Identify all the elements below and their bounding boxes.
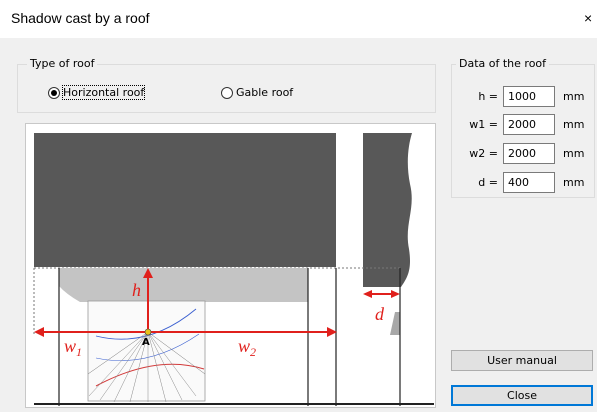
h-dimension-label: h: [132, 280, 141, 300]
roof-diagram-svg: h w1 w2 d A: [33, 133, 434, 406]
w2-label: w2 =: [469, 147, 498, 160]
side-shadow-area: [390, 312, 400, 335]
roof-diagram: h w1 w2 d A: [25, 123, 436, 408]
radio-horizontal-roof-label: Horizontal roof: [61, 85, 146, 100]
w1-input[interactable]: [503, 114, 555, 135]
close-icon[interactable]: ×: [584, 10, 592, 26]
w2-dimension-label: w2: [238, 336, 256, 359]
radio-gable-roof[interactable]: Gable roof: [221, 86, 293, 99]
h-input[interactable]: [503, 86, 555, 107]
title-bar: Shadow cast by a roof ×: [0, 0, 597, 38]
d-label: d =: [478, 176, 498, 189]
roof-top-view: [34, 133, 336, 267]
radio-unselected-icon: [221, 86, 233, 99]
w1-dimension-label: w1: [64, 336, 82, 359]
w1-unit: mm: [563, 118, 585, 131]
roof-data-legend: Data of the roof: [456, 57, 550, 70]
w2-unit: mm: [563, 147, 585, 160]
user-manual-button[interactable]: User manual: [451, 350, 593, 371]
shadow-area: [59, 268, 308, 302]
h-unit: mm: [563, 90, 585, 103]
sun-path-chart: [87, 300, 206, 403]
window-title: Shadow cast by a roof: [11, 10, 150, 26]
d-unit: mm: [563, 176, 585, 189]
roof-type-legend: Type of roof: [27, 57, 98, 70]
radio-horizontal-roof[interactable]: Horizontal roof: [48, 85, 146, 100]
close-button[interactable]: Close: [451, 385, 593, 406]
w1-label: w1 =: [469, 118, 498, 131]
point-a-label: A: [142, 337, 150, 348]
radio-gable-roof-label: Gable roof: [236, 86, 294, 99]
w2-input[interactable]: [503, 143, 555, 164]
d-input[interactable]: [503, 172, 555, 193]
roof-side-view: [363, 133, 412, 287]
radio-selected-icon: [48, 86, 60, 99]
d-dimension-label: d: [375, 304, 385, 324]
h-label: h =: [478, 90, 498, 103]
point-a-marker: [144, 328, 152, 336]
